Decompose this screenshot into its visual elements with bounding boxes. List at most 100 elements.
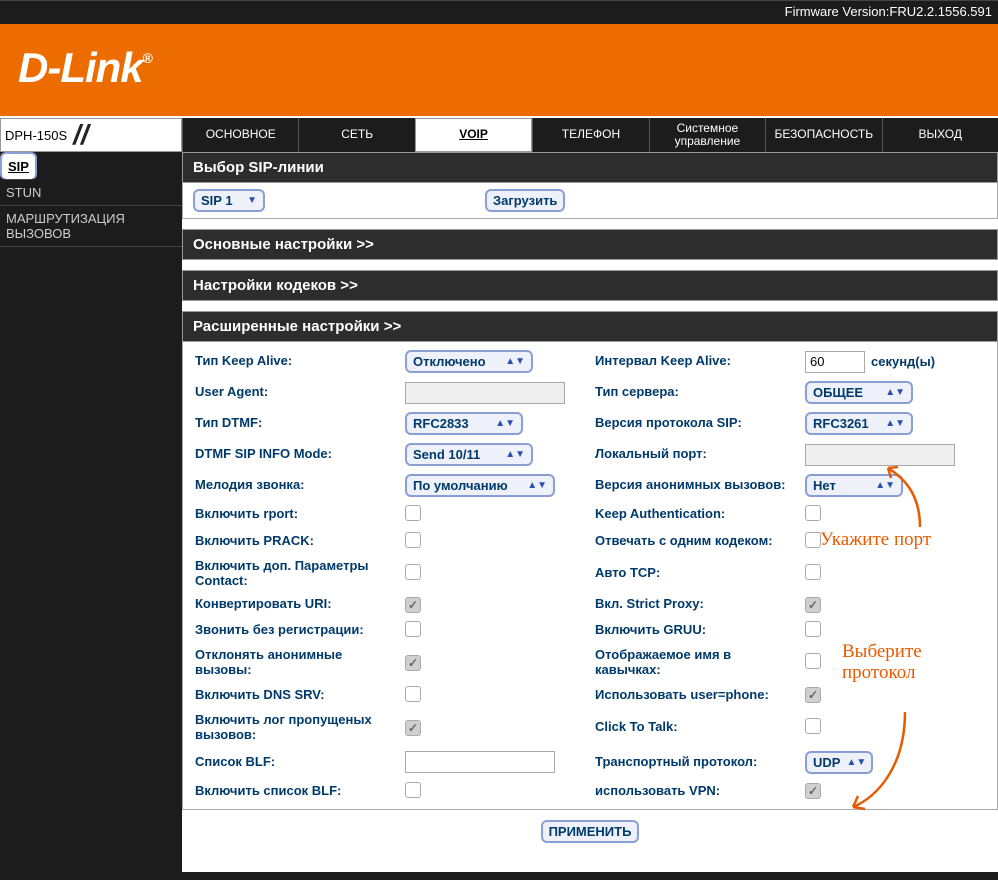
- local-port-input[interactable]: [805, 444, 955, 466]
- main-tab-5[interactable]: БЕЗОПАСНОСТЬ: [765, 118, 881, 152]
- apply-button[interactable]: ПРИМЕНИТЬ: [541, 820, 640, 843]
- strict-proxy-label: Вкл. Strict Proxy:: [595, 597, 795, 612]
- prack-checkbox[interactable]: [405, 532, 421, 548]
- dtmf-info-label: DTMF SIP INFO Mode:: [195, 447, 395, 462]
- anon-ver-label: Версия анонимных вызовов:: [595, 478, 795, 493]
- updown-icon: ▲▼: [879, 418, 905, 429]
- sip-line-body: SIP 1 ▼ Загрузить: [182, 183, 998, 219]
- gruu-label: Включить GRUU:: [595, 623, 795, 638]
- keep-alive-interval-unit: секунд(ы): [871, 354, 935, 369]
- auto-tcp-label: Авто TCP:: [595, 566, 795, 581]
- content-area: Выбор SIP-линии SIP 1 ▼ Загрузить Основны…: [182, 152, 998, 872]
- name-quotes-checkbox[interactable]: [805, 653, 821, 669]
- local-port-label: Локальный порт:: [595, 447, 795, 462]
- load-button[interactable]: Загрузить: [485, 189, 565, 212]
- dtmf-type-select[interactable]: RFC2833▲▼: [405, 412, 523, 435]
- missed-log-checkbox[interactable]: [405, 720, 421, 736]
- prack-label: Включить PRACK:: [195, 534, 395, 549]
- convert-uri-label: Конвертировать URI:: [195, 597, 395, 612]
- blf-list-input[interactable]: [405, 751, 555, 773]
- updown-icon: ▲▼: [869, 480, 895, 491]
- sip-version-label: Версия протокола SIP:: [595, 416, 795, 431]
- device-model-text: DPH-150S: [5, 128, 67, 143]
- dns-srv-label: Включить DNS SRV:: [195, 688, 395, 703]
- main-tab-0[interactable]: ОСНОВНОЕ: [182, 118, 298, 152]
- name-quotes-label: Отображаемое имя в кавычках:: [595, 648, 795, 678]
- updown-icon: ▲▼: [879, 387, 905, 398]
- dtmf-type-label: Тип DTMF:: [195, 416, 395, 431]
- one-codec-label: Отвечать с одним кодеком:: [595, 534, 795, 549]
- keep-alive-interval-input[interactable]: [805, 351, 865, 373]
- reject-anon-checkbox[interactable]: [405, 655, 421, 671]
- one-codec-checkbox[interactable]: [805, 532, 821, 548]
- extra-contact-label: Включить доп. Параметры Contact:: [195, 559, 395, 589]
- call-unreg-label: Звонить без регистрации:: [195, 623, 395, 638]
- rport-checkbox[interactable]: [405, 505, 421, 521]
- blf-list-label: Список BLF:: [195, 755, 395, 770]
- advanced-settings-body: Тип Keep Alive: Отключено▲▼ Интервал Kee…: [182, 342, 998, 810]
- sip-line-select[interactable]: SIP 1 ▼: [193, 189, 265, 212]
- sidebar-item-1[interactable]: STUN: [0, 180, 182, 206]
- strict-proxy-checkbox[interactable]: [805, 597, 821, 613]
- main-nav-row: DPH-150S // ОСНОВНОЕСЕТЬVOIPТЕЛЕФОНСисте…: [0, 116, 998, 152]
- updown-icon: ▲▼: [840, 757, 866, 768]
- auto-tcp-checkbox[interactable]: [805, 564, 821, 580]
- updown-icon: ▲▼: [521, 480, 547, 491]
- main-tab-1[interactable]: СЕТЬ: [298, 118, 414, 152]
- rport-label: Включить rport:: [195, 507, 395, 522]
- keep-alive-type-select[interactable]: Отключено▲▼: [405, 350, 533, 373]
- dtmf-info-select[interactable]: Send 10/11▲▼: [405, 443, 533, 466]
- ringtone-select[interactable]: По умолчанию▲▼: [405, 474, 555, 497]
- keep-alive-type-label: Тип Keep Alive:: [195, 354, 395, 369]
- device-model-cell: DPH-150S //: [0, 118, 182, 152]
- updown-icon: ▲▼: [499, 356, 525, 367]
- ringtone-label: Мелодия звонка:: [195, 478, 395, 493]
- sip-line-header[interactable]: Выбор SIP-линии: [182, 152, 998, 183]
- keep-auth-checkbox[interactable]: [805, 505, 821, 521]
- call-unreg-checkbox[interactable]: [405, 621, 421, 637]
- sidebar-item-2[interactable]: МАРШРУТИЗАЦИЯ ВЫЗОВОВ: [0, 206, 182, 247]
- user-agent-input[interactable]: [405, 382, 565, 404]
- main-tab-4[interactable]: Системное управление: [649, 118, 765, 152]
- sip-line-value: SIP 1: [201, 193, 233, 208]
- click-talk-checkbox[interactable]: [805, 718, 821, 734]
- transport-label: Транспортный протокол:: [595, 755, 795, 770]
- server-type-select[interactable]: ОБЩЕЕ▲▼: [805, 381, 913, 404]
- reject-anon-label: Отклонять анонимные вызовы:: [195, 648, 395, 678]
- main-tab-2[interactable]: VOIP: [415, 118, 532, 152]
- user-phone-checkbox[interactable]: [805, 687, 821, 703]
- advanced-settings-header[interactable]: Расширенные настройки >>: [182, 311, 998, 342]
- firmware-banner: Firmware Version:FRU2.2.1556.591: [0, 0, 998, 24]
- anon-ver-select[interactable]: Нет▲▼: [805, 474, 903, 497]
- click-talk-label: Click To Talk:: [595, 720, 795, 735]
- convert-uri-checkbox[interactable]: [405, 597, 421, 613]
- sidebar: SIPSTUNМАРШРУТИЗАЦИЯ ВЫЗОВОВ: [0, 152, 182, 872]
- codec-settings-header[interactable]: Настройки кодеков >>: [182, 270, 998, 301]
- sidebar-item-0[interactable]: SIP: [0, 152, 37, 180]
- server-type-label: Тип сервера:: [595, 385, 795, 400]
- gruu-checkbox[interactable]: [805, 621, 821, 637]
- extra-contact-checkbox[interactable]: [405, 564, 421, 580]
- enable-blf-checkbox[interactable]: [405, 782, 421, 798]
- basic-settings-header[interactable]: Основные настройки >>: [182, 229, 998, 260]
- user-agent-label: User Agent:: [195, 385, 395, 400]
- brand-header: D-Link®: [0, 24, 998, 116]
- main-tab-6[interactable]: ВЫХОД: [882, 118, 998, 152]
- use-vpn-checkbox[interactable]: [805, 783, 821, 799]
- updown-icon: ▲▼: [499, 449, 525, 460]
- enable-blf-label: Включить список BLF:: [195, 784, 395, 799]
- brand-logo: D-Link®: [18, 44, 152, 91]
- missed-log-label: Включить лог пропущеных вызовов:: [195, 713, 395, 743]
- main-tab-3[interactable]: ТЕЛЕФОН: [532, 118, 648, 152]
- keep-auth-label: Keep Authentication:: [595, 507, 795, 522]
- sip-version-select[interactable]: RFC3261▲▼: [805, 412, 913, 435]
- transport-select[interactable]: UDP▲▼: [805, 751, 873, 774]
- slash-decoration: //: [73, 119, 89, 151]
- use-vpn-label: использовать VPN:: [595, 784, 795, 799]
- dns-srv-checkbox[interactable]: [405, 686, 421, 702]
- user-phone-label: Использовать user=phone:: [595, 688, 795, 703]
- keep-alive-interval-label: Интервал Keep Alive:: [595, 354, 795, 369]
- chevron-down-icon: ▼: [241, 195, 257, 206]
- updown-icon: ▲▼: [489, 418, 515, 429]
- main-tabs: ОСНОВНОЕСЕТЬVOIPТЕЛЕФОНСистемное управле…: [182, 118, 998, 152]
